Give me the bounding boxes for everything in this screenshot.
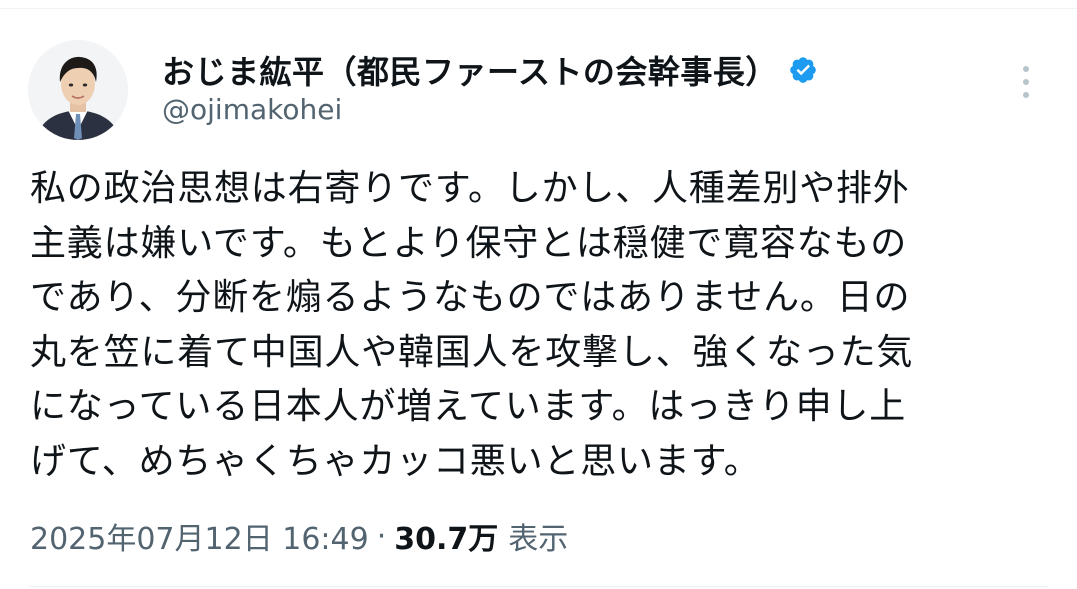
tweet-line: であり、分断を煽るようなものではありません。日の [30, 277, 911, 318]
tweet-line: になっている日本人が増えています。はっきり申し上 [30, 386, 906, 427]
views-count: 30.7万 [394, 522, 499, 557]
verified-badge-icon [788, 55, 818, 85]
tweet-line: 丸を笠に着て中国人や韓国人を攻撃し、強くなった気 [30, 331, 914, 373]
tweet-line: 主義は嫌いです。もとより保守とは穏健で寛容なもの [30, 222, 908, 264]
more-dot [1023, 79, 1029, 85]
avatar[interactable] [28, 40, 128, 140]
bottom-divider [28, 586, 1048, 587]
tweet-line: げて、めちゃくちゃカッコ悪いと思います。 [30, 440, 761, 482]
avatar-photo [28, 40, 128, 140]
meta-separator: · [376, 518, 387, 554]
views-label: 表示 [508, 522, 569, 557]
top-divider [0, 8, 1077, 9]
more-dot [1023, 66, 1029, 72]
tweet-text: 私の政治思想は右寄りです。しかし、人種差別や排外 主義は嫌いです。もとより保守と… [30, 162, 1030, 489]
tweet-timestamp[interactable]: 2025年07月12日 16:49 [30, 514, 369, 558]
author-display-name[interactable]: おじま紘平（都民ファーストの会幹事長） [162, 47, 778, 93]
author-name-row: おじま紘平（都民ファーストの会幹事長） [162, 46, 818, 94]
tweet-line: 私の政治思想は右寄りです。しかし、人種差別や排外 [30, 168, 910, 209]
tweet-meta: 2025年07月12日 16:49 · 30.7万 表示 [30, 512, 568, 560]
more-dot [1023, 92, 1029, 98]
author-handle[interactable]: @ojimakohei [162, 93, 342, 126]
more-options-icon[interactable] [1012, 62, 1040, 102]
